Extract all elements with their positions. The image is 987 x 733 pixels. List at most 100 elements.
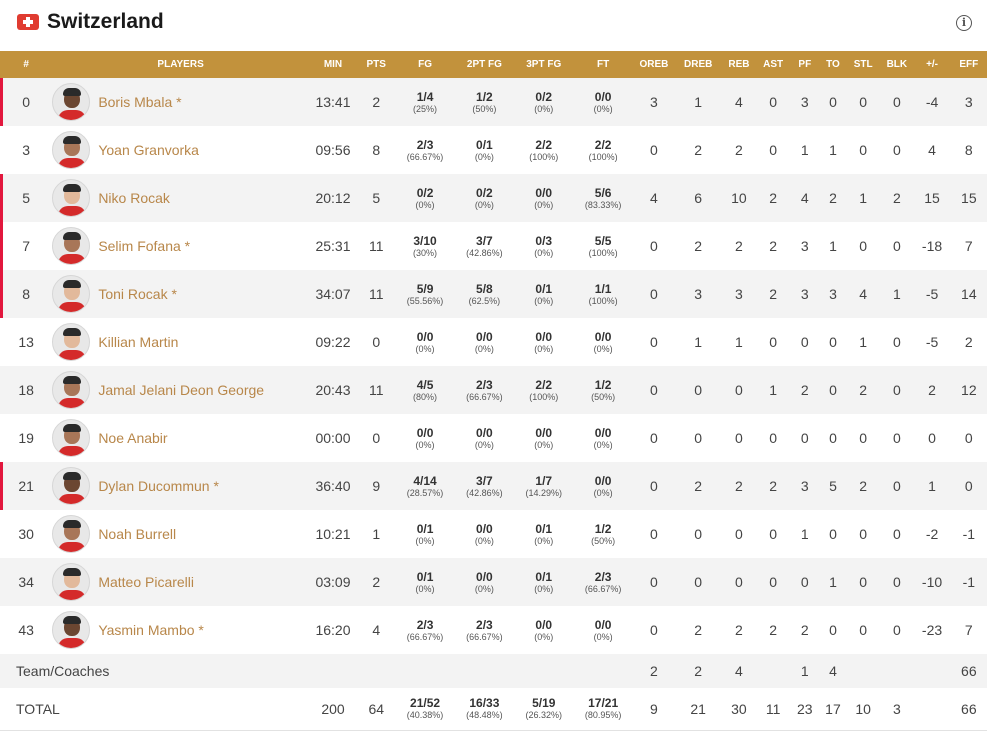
player-to: 3	[819, 270, 847, 318]
col-header-min[interactable]: MIN	[308, 51, 358, 78]
player-min: 34:07	[308, 270, 358, 318]
col-header-ast[interactable]: AST	[756, 51, 790, 78]
player-3pt-fg: 2/2 (100%)	[514, 366, 574, 414]
player-eff: 12	[950, 366, 987, 414]
player-2pt-fg: 5/8 (62.5%)	[454, 270, 515, 318]
player-plus-minus: 4	[913, 126, 951, 174]
player-name[interactable]: Dylan Ducommun *	[98, 478, 219, 494]
col-header-blk[interactable]: BLK	[880, 51, 914, 78]
col-header-number[interactable]: #	[0, 51, 53, 78]
player-avatar[interactable]	[52, 131, 91, 169]
col-header-oreb[interactable]: OREB	[632, 51, 676, 78]
player-3pt-fg: 0/1 (0%)	[514, 270, 574, 318]
total-ft: 17/21 (80.95%)	[573, 688, 633, 731]
player-blk: 0	[880, 366, 914, 414]
player-eff: 7	[950, 606, 987, 654]
col-header-dreb[interactable]: DREB	[675, 51, 722, 78]
col-header-pts[interactable]: PTS	[357, 51, 396, 78]
player-number: 3	[0, 126, 53, 174]
player-pf: 3	[789, 78, 820, 126]
player-link[interactable]: Niko Rocak	[52, 179, 309, 217]
player-ft: 0/0 (0%)	[573, 318, 633, 366]
player-avatar[interactable]	[52, 611, 91, 649]
player-name[interactable]: Niko Rocak	[98, 190, 170, 206]
player-link[interactable]: Matteo Picarelli	[52, 563, 309, 601]
player-plus-minus: 0	[913, 414, 951, 462]
team-coaches-label: Team/Coaches	[0, 654, 309, 688]
player-name[interactable]: Boris Mbala *	[98, 94, 181, 110]
col-header-3pt-fg[interactable]: 3PT FG	[514, 51, 574, 78]
col-header-pf[interactable]: PF	[789, 51, 820, 78]
player-avatar[interactable]	[52, 515, 91, 553]
player-cell: Killian Martin	[52, 318, 309, 366]
col-header-stl[interactable]: STL	[846, 51, 881, 78]
coaches-to: 4	[819, 654, 847, 688]
table-row: 5 Niko Rocak 20:12 5 0/2 (0%) 0/2 (0%) 0/0 (0%) 5/…	[0, 174, 987, 222]
player-ft: 1/2 (50%)	[573, 510, 633, 558]
player-number: 43	[0, 606, 53, 654]
player-ft: 5/5 (100%)	[573, 222, 633, 270]
player-avatar[interactable]	[52, 83, 91, 121]
player-plus-minus: -10	[913, 558, 951, 606]
player-dreb: 2	[675, 462, 722, 510]
col-header-reb[interactable]: REB	[721, 51, 757, 78]
col-header-2pt-fg[interactable]: 2PT FG	[454, 51, 515, 78]
player-to: 0	[819, 414, 847, 462]
total-label: TOTAL	[0, 688, 309, 731]
player-2pt-fg: 3/7 (42.86%)	[454, 222, 515, 270]
player-oreb: 0	[632, 510, 676, 558]
player-avatar[interactable]	[52, 323, 91, 361]
player-link[interactable]: Yasmin Mambo *	[52, 611, 309, 649]
table-row: 18 Jamal Jelani Deon George 20:43 11 4/5 (80%…	[0, 366, 987, 414]
player-blk: 1	[880, 270, 914, 318]
player-name[interactable]: Yasmin Mambo *	[98, 622, 204, 638]
col-header-players[interactable]: PLAYERS	[52, 51, 309, 78]
player-name[interactable]: Killian Martin	[98, 334, 178, 350]
player-link[interactable]: Dylan Ducommun *	[52, 467, 309, 505]
player-oreb: 0	[632, 270, 676, 318]
player-pts: 8	[357, 126, 396, 174]
player-link[interactable]: Boris Mbala *	[52, 83, 309, 121]
player-avatar[interactable]	[52, 179, 91, 217]
player-avatar[interactable]	[52, 227, 91, 265]
player-name[interactable]: Selim Fofana *	[98, 238, 190, 254]
player-link[interactable]: Yoan Granvorka	[52, 131, 309, 169]
player-stl: 2	[846, 366, 881, 414]
table-row: 8 Toni Rocak * 34:07 11 5/9 (55.56%) 5/8 (62.5%…	[0, 270, 987, 318]
player-link[interactable]: Killian Martin	[52, 323, 309, 361]
player-min: 16:20	[308, 606, 358, 654]
player-link[interactable]: Toni Rocak *	[52, 275, 309, 313]
player-name[interactable]: Noe Anabir	[98, 430, 167, 446]
player-reb: 10	[721, 174, 757, 222]
player-avatar[interactable]	[52, 371, 91, 409]
player-name[interactable]: Matteo Picarelli	[98, 574, 194, 590]
player-link[interactable]: Jamal Jelani Deon George	[52, 371, 309, 409]
player-eff: 8	[950, 126, 987, 174]
player-min: 09:22	[308, 318, 358, 366]
coaches-oreb: 2	[632, 654, 676, 688]
player-link[interactable]: Noah Burrell	[52, 515, 309, 553]
player-link[interactable]: Noe Anabir	[52, 419, 309, 457]
player-avatar[interactable]	[52, 419, 91, 457]
player-name[interactable]: Noah Burrell	[98, 526, 176, 542]
player-cell: Toni Rocak *	[52, 270, 309, 318]
col-header-fg[interactable]: FG	[395, 51, 455, 78]
player-dreb: 6	[675, 174, 722, 222]
player-number: 8	[0, 270, 53, 318]
player-avatar[interactable]	[52, 563, 91, 601]
player-pf: 3	[789, 222, 820, 270]
col-header-to[interactable]: TO	[819, 51, 847, 78]
info-icon[interactable]: i	[956, 15, 972, 31]
col-header-ft[interactable]: FT	[573, 51, 633, 78]
player-to: 0	[819, 318, 847, 366]
player-name[interactable]: Toni Rocak *	[98, 286, 177, 302]
table-row: 19 Noe Anabir 00:00 0 0/0 (0%) 0/0 (0%) 0/0 (0%) 0…	[0, 414, 987, 462]
player-avatar[interactable]	[52, 467, 91, 505]
player-number: 0	[0, 78, 53, 126]
player-link[interactable]: Selim Fofana *	[52, 227, 309, 265]
col-header-plus-minus[interactable]: +/-	[913, 51, 951, 78]
col-header-eff[interactable]: EFF	[950, 51, 987, 78]
player-avatar[interactable]	[52, 275, 91, 313]
player-name[interactable]: Yoan Granvorka	[98, 142, 199, 158]
player-name[interactable]: Jamal Jelani Deon George	[98, 382, 264, 398]
